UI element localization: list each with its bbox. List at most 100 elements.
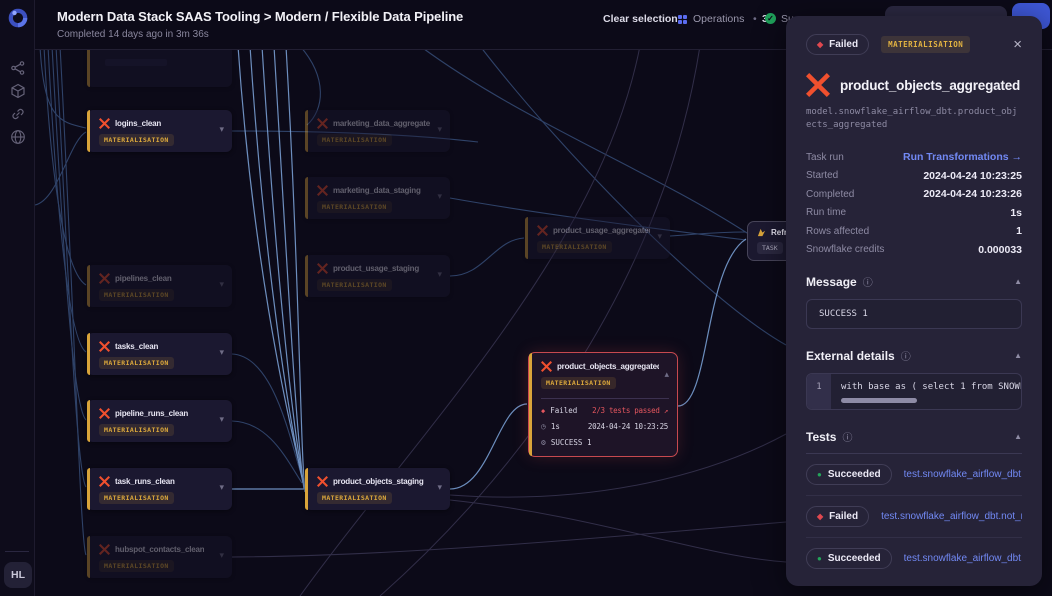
breadcrumb[interactable]: Modern Data Stack SAAS Tooling > Modern … <box>57 9 463 24</box>
close-icon[interactable]: × <box>1013 37 1022 52</box>
detail-row: Completed2024-04-24 10:23:26 <box>806 185 1022 204</box>
dag-node-pipelines_clean[interactable]: pipelines_clean▾MATERIALISATION <box>87 265 232 307</box>
node-title: tasks_clean <box>115 342 158 351</box>
chevron-down-icon[interactable]: ▾ <box>437 191 442 202</box>
message-box: SUCCESS 1 <box>806 299 1022 329</box>
materialisation-badge: MATERIALISATION <box>99 560 174 572</box>
tests-section-title: Tests <box>806 430 836 444</box>
test-status-badge: ●Succeeded <box>806 548 892 569</box>
external-details-box: 1 with base as ( select 1 from SNOWFLAKE <box>806 373 1022 410</box>
info-icon[interactable]: ⓘ <box>901 348 911 363</box>
chevron-down-icon[interactable]: ▾ <box>657 231 662 242</box>
collapse-icon[interactable]: ▲ <box>1014 277 1022 286</box>
test-status-badge: ◆Failed <box>806 506 869 527</box>
detail-label: Completed <box>806 189 854 200</box>
detail-row: Snowflake credits0.000033 <box>806 241 1022 260</box>
chevron-down-icon[interactable]: ▾ <box>219 124 224 135</box>
detail-value: 1s <box>1010 207 1022 219</box>
dbt-icon <box>99 408 110 419</box>
pipeline-graph-icon[interactable] <box>10 60 26 76</box>
node-message: SUCCESS 1 <box>551 438 592 447</box>
chevron-down-icon[interactable]: ▾ <box>219 482 224 493</box>
dag-node-product_usage_aggregated[interactable]: product_usage_aggregated ▾ MATERIALISATION <box>525 217 670 259</box>
dag-node-selected[interactable]: product_objects_aggregated ▴ MATERIALISA… <box>528 352 678 457</box>
detail-label: Rows affected <box>806 226 869 237</box>
info-icon[interactable]: ⓘ <box>842 429 852 444</box>
dag-node-marketing_data_staging[interactable]: marketing_data_staging▾MATERIALISATION <box>305 177 450 219</box>
materialisation-badge: MATERIALISATION <box>99 424 174 436</box>
divider <box>541 398 669 399</box>
dbt-icon <box>99 476 110 487</box>
chevron-down-icon[interactable]: ▾ <box>219 279 224 290</box>
materialisation-badge: MATERIALISATION <box>317 279 392 291</box>
materialisation-badge: MATERIALISATION <box>99 134 174 146</box>
chevron-down-icon[interactable]: ▾ <box>437 124 442 135</box>
tests-list: ●Succeeded test.snowflake_airflow_dbt.uni… <box>806 454 1022 579</box>
info-icon[interactable]: ⓘ <box>863 274 873 289</box>
dbt-icon <box>537 225 548 236</box>
chevron-down-icon[interactable]: ▾ <box>437 482 442 493</box>
failed-diamond-icon: ◆ <box>817 40 823 49</box>
chevron-up-icon[interactable]: ▴ <box>664 369 669 380</box>
node-started: 2024-04-24 10:23:25 <box>588 422 668 431</box>
node-title: hubspot_contacts_clean <box>115 545 204 554</box>
test-link[interactable]: test.snowflake_airflow_dbt.not_null_pr <box>904 553 1022 564</box>
user-avatar[interactable]: HL <box>4 562 32 588</box>
node-status-row: ◆Failed 2/3 tests passed ↗ <box>529 406 677 415</box>
detail-row: Task runRun Transformations → <box>806 148 1022 167</box>
chevron-down-icon[interactable]: ▾ <box>219 550 224 561</box>
node-title: logins_clean <box>115 119 161 128</box>
node-title: marketing_data_aggregated <box>333 119 430 128</box>
dag-node-hubspot_contacts_clean[interactable]: hubspot_contacts_clean ▾ MATERIALISATION <box>87 536 232 578</box>
detail-row: Run time 1s <box>806 204 1022 223</box>
app-root: logins_clean▾MATERIALISATIONmarketing_da… <box>0 0 1052 596</box>
line-number: 1 <box>807 374 831 409</box>
collapse-icon[interactable]: ▲ <box>1014 351 1022 360</box>
materialisation-badge: MATERIALISATION <box>537 241 612 253</box>
dag-node-product_usage_staging[interactable]: product_usage_staging▾MATERIALISATION <box>305 255 450 297</box>
products-cube-icon[interactable] <box>10 83 26 99</box>
node-title: marketing_data_staging <box>333 186 421 195</box>
dot-separator: • <box>753 13 757 25</box>
detail-value[interactable]: Run Transformations → <box>903 151 1022 163</box>
globe-icon[interactable] <box>10 129 26 145</box>
node-message-row: ⚙SUCCESS 1 <box>529 438 677 447</box>
horizontal-scrollbar[interactable] <box>841 398 917 403</box>
failed-diamond-icon: ◆ <box>541 407 545 415</box>
materialisation-badge: MATERIALISATION <box>541 377 616 389</box>
dag-node-tasks_clean[interactable]: tasks_clean▾MATERIALISATION <box>87 333 232 375</box>
node-title: product_objects_staging <box>333 477 424 486</box>
test-link[interactable]: test.snowflake_airflow_dbt.unique_pro <box>904 469 1022 480</box>
operations-icon <box>678 15 687 24</box>
success-check-icon: ✓ <box>765 13 776 24</box>
detail-label: Run time <box>806 207 846 218</box>
materialisation-badge: MATERIALISATION <box>317 134 392 146</box>
dag-node-marketing_data_aggregated[interactable]: marketing_data_aggregated ▾ MATERIALISATIO… <box>305 110 450 152</box>
dag-node-logins_clean[interactable]: logins_clean ▾ MATERIALISATION <box>87 110 232 152</box>
clear-selection-button[interactable]: Clear selection <box>603 13 678 25</box>
chevron-down-icon[interactable]: ▾ <box>437 269 442 280</box>
chevron-down-icon[interactable]: ▾ <box>219 414 224 425</box>
clock-icon: ◷ <box>541 422 546 431</box>
node-runtime: 1s <box>551 422 560 431</box>
success-dot-icon: ● <box>817 554 822 563</box>
dag-node-partial[interactable] <box>87 45 232 87</box>
app-logo[interactable] <box>7 7 29 29</box>
dag-node-product_objects_staging[interactable]: product_objects_staging▾MATERIALISATION <box>305 468 450 510</box>
test-row: ●Succeeded test.snowflake_airflow_dbt.not… <box>806 537 1022 579</box>
integrations-link-icon[interactable] <box>10 106 26 122</box>
chevron-down-icon[interactable]: ▾ <box>219 347 224 358</box>
dbt-icon <box>541 361 552 372</box>
collapse-icon[interactable]: ▲ <box>1014 432 1022 441</box>
node-title: pipeline_runs_clean <box>115 409 188 418</box>
model-path: model.snowflake_airflow_dbt.product_obje… <box>806 106 1022 132</box>
dbt-icon <box>99 544 110 555</box>
node-title: product_usage_aggregated <box>553 226 650 235</box>
detail-value: 0.000033 <box>978 244 1022 256</box>
dag-node-task_runs_clean[interactable]: task_runs_clean▾MATERIALISATION <box>87 468 232 510</box>
operations-label[interactable]: Operations <box>693 13 744 25</box>
tests-summary[interactable]: 2/3 tests passed <box>592 406 659 415</box>
test-link[interactable]: test.snowflake_airflow_dbt.not_null_pr <box>881 511 1022 522</box>
materialisation-badge: MATERIALISATION <box>99 289 174 301</box>
dag-node-pipeline_runs_clean[interactable]: pipeline_runs_clean ▾ MATERIALISATION <box>87 400 232 442</box>
